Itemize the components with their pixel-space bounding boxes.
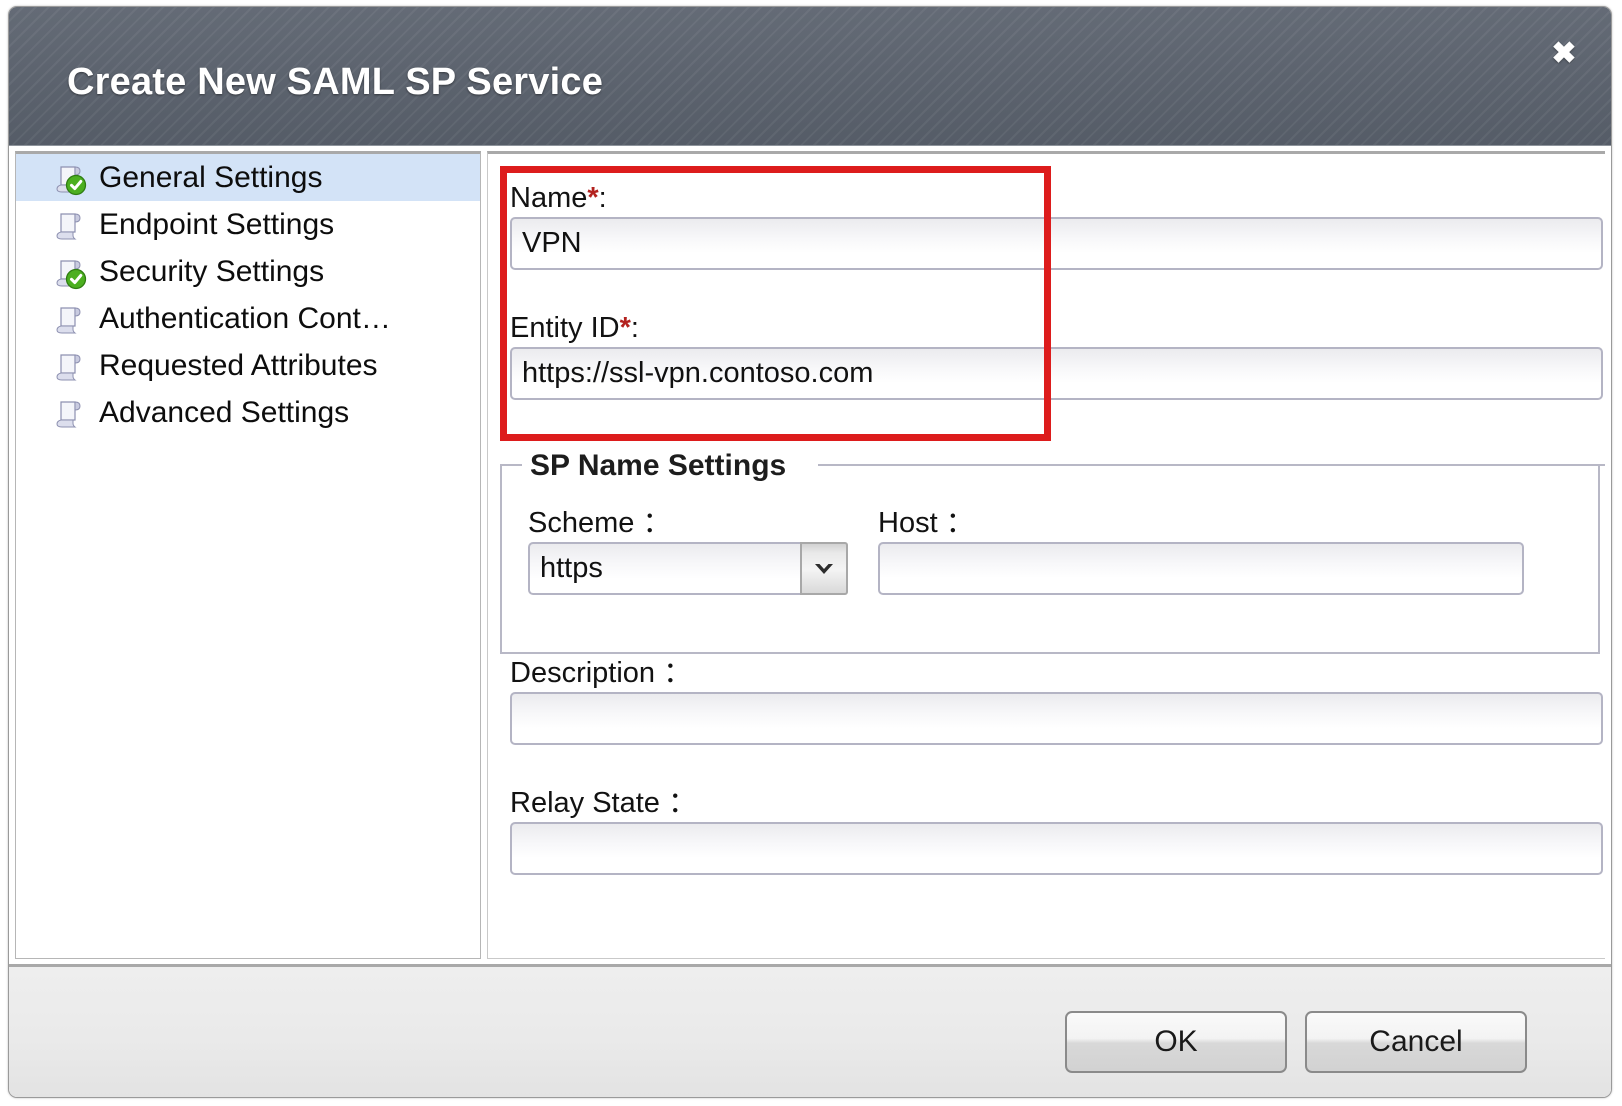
name-label-colon: :: [599, 182, 607, 214]
page-icon: [52, 395, 88, 431]
dialog-body: General Settings Endpoint Settings: [9, 146, 1611, 966]
entity-id-label: Entity ID*:: [510, 314, 639, 343]
sidebar-item-authentication-context[interactable]: Authentication Cont…: [16, 295, 480, 342]
scheme-select-value: https: [528, 542, 800, 595]
scheme-select[interactable]: https: [528, 542, 848, 595]
sidebar-item-general-settings[interactable]: General Settings: [16, 154, 480, 201]
required-asterisk: *: [587, 182, 598, 214]
relay-state-label: Relay State ：: [510, 789, 697, 818]
page-check-icon: [52, 160, 88, 196]
description-label: Description ：: [510, 659, 692, 688]
page-check-icon: [52, 254, 88, 290]
sidebar-item-advanced-settings[interactable]: Advanced Settings: [16, 389, 480, 436]
sidebar-item-label: Requested Attributes: [99, 351, 378, 381]
page-icon: [52, 348, 88, 384]
dialog-footer: OK Cancel: [9, 964, 1611, 1097]
entity-id-label-text: Entity ID: [510, 312, 620, 344]
entity-id-label-colon: :: [631, 312, 639, 344]
cancel-button[interactable]: Cancel: [1305, 1011, 1527, 1073]
sidebar-item-label: Endpoint Settings: [99, 210, 334, 240]
relay-state-input[interactable]: [510, 822, 1603, 875]
general-settings-panel: Name*: VPN Entity ID*: https://ssl-vpn.c…: [487, 151, 1605, 959]
description-input[interactable]: [510, 692, 1603, 745]
name-input[interactable]: VPN: [510, 217, 1603, 270]
page-icon: [52, 301, 88, 337]
close-icon[interactable]: ✖: [1543, 33, 1585, 75]
sidebar-item-security-settings[interactable]: Security Settings: [16, 248, 480, 295]
entity-id-input[interactable]: https://ssl-vpn.contoso.com: [510, 347, 1603, 400]
scheme-label: Scheme ：: [528, 509, 671, 538]
sidebar-item-endpoint-settings[interactable]: Endpoint Settings: [16, 201, 480, 248]
create-saml-sp-service-dialog: Create New SAML SP Service ✖ General Set…: [8, 6, 1612, 1098]
settings-nav-list: General Settings Endpoint Settings: [15, 151, 481, 959]
page-icon: [52, 207, 88, 243]
ok-button[interactable]: OK: [1065, 1011, 1287, 1073]
name-label: Name*:: [510, 184, 607, 213]
sidebar-item-requested-attributes[interactable]: Requested Attributes: [16, 342, 480, 389]
host-input[interactable]: [878, 542, 1524, 595]
sidebar-item-label: Security Settings: [99, 257, 324, 287]
name-label-text: Name: [510, 182, 587, 214]
chevron-down-icon: [800, 542, 848, 595]
sp-name-settings-legend: SP Name Settings: [524, 449, 792, 482]
sidebar-item-label: General Settings: [99, 163, 322, 193]
dialog-titlebar: Create New SAML SP Service ✖: [9, 7, 1611, 146]
sidebar-item-label: Authentication Cont…: [99, 304, 391, 334]
required-asterisk: *: [620, 312, 631, 344]
sidebar-item-label: Advanced Settings: [99, 398, 349, 428]
dialog-title: Create New SAML SP Service: [67, 61, 603, 104]
host-label: Host ：: [878, 509, 975, 538]
